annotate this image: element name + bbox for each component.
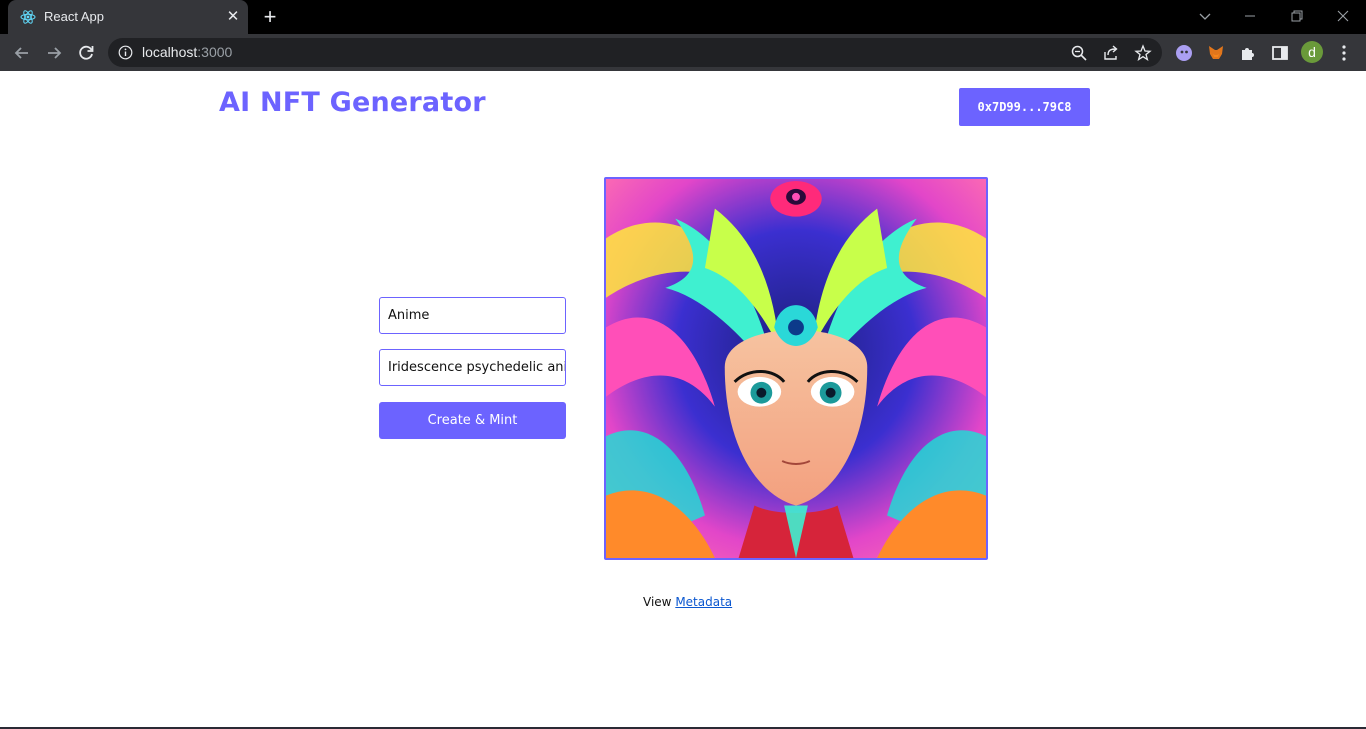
sidepanel-icon[interactable]: [1270, 43, 1290, 63]
url-text[interactable]: localhost:3000: [142, 44, 232, 60]
profile-avatar[interactable]: d: [1301, 41, 1323, 63]
new-tab-button[interactable]: +: [259, 6, 281, 28]
name-input[interactable]: Anime: [379, 297, 566, 334]
tab-search-icon[interactable]: [1195, 6, 1215, 26]
browser-tab-strip: React App ✕ +: [0, 0, 1366, 34]
zoom-icon[interactable]: [1070, 44, 1088, 62]
forward-icon[interactable]: [43, 42, 65, 64]
app-page: AI NFT Generator 0x7D99...79C8 Anime Iri…: [0, 71, 1366, 729]
react-favicon-icon: [20, 10, 36, 24]
extension-ghost-icon[interactable]: [1174, 43, 1194, 63]
metamask-icon[interactable]: [1206, 43, 1226, 63]
metadata-prefix: View: [643, 595, 672, 609]
page-title: AI NFT Generator: [219, 87, 486, 118]
info-icon[interactable]: [118, 45, 133, 60]
address-bar[interactable]: localhost:3000: [108, 38, 1162, 67]
reload-icon[interactable]: [75, 42, 97, 64]
menu-kebab-icon[interactable]: [1334, 43, 1354, 63]
wallet-address-button[interactable]: 0x7D99...79C8: [959, 88, 1090, 126]
generated-nft-image: [604, 177, 988, 560]
metadata-line: View Metadata: [643, 595, 732, 609]
bookmark-star-icon[interactable]: [1134, 44, 1152, 62]
browser-toolbar: localhost:3000: [0, 34, 1366, 71]
tab-title: React App: [44, 9, 104, 24]
tab-close-icon[interactable]: ✕: [224, 8, 242, 26]
create-mint-button[interactable]: Create & Mint: [379, 402, 566, 439]
close-window-icon[interactable]: [1333, 6, 1353, 26]
share-icon[interactable]: [1102, 44, 1120, 62]
minimize-icon[interactable]: [1240, 6, 1260, 26]
nft-artwork: [606, 179, 986, 558]
metadata-link[interactable]: Metadata: [675, 595, 732, 609]
puzzle-icon[interactable]: [1238, 43, 1258, 63]
description-input[interactable]: Iridescence psychedelic anime: [379, 349, 566, 386]
browser-tab[interactable]: React App ✕: [8, 0, 248, 34]
restore-icon[interactable]: [1287, 6, 1307, 26]
back-icon[interactable]: [11, 42, 33, 64]
